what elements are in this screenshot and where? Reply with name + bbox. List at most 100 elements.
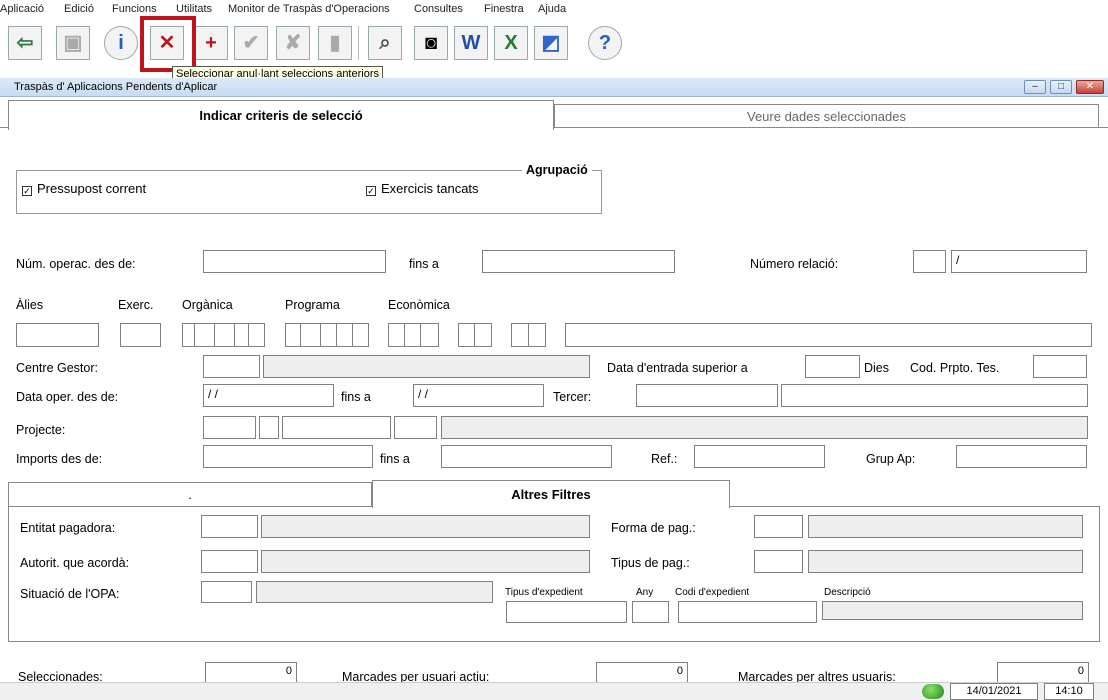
num-to-input[interactable] — [482, 250, 675, 273]
checkbox-label: Pressupost corrent — [37, 181, 147, 196]
label-payer: Entitat pagadora: — [20, 521, 116, 535]
tab-other-filters[interactable]: Altres Filtres — [372, 480, 730, 508]
date-to-input[interactable]: / / — [413, 384, 544, 407]
num-from-input[interactable] — [203, 250, 386, 273]
economic-description[interactable] — [565, 323, 1092, 347]
preview-icon[interactable]: ⌕ — [368, 26, 402, 60]
tab-blank[interactable]: . — [8, 482, 372, 507]
project-description — [441, 416, 1088, 439]
word-icon[interactable]: W — [454, 26, 488, 60]
menu-finestra[interactable]: Finestra — [484, 3, 524, 15]
label-file-type: Tipus d'expedient — [505, 587, 583, 598]
label-rel-number: Número relació: — [750, 257, 839, 271]
segment-divider — [248, 323, 249, 347]
help-icon[interactable]: ? — [588, 26, 622, 60]
label-group-ap: Grup Ap: — [866, 452, 916, 466]
check-icon[interactable]: ✔ — [234, 26, 268, 60]
exit-icon[interactable]: ⇦ — [8, 26, 42, 60]
menu-aplicacio[interactable]: Aplicació — [0, 3, 44, 15]
menu-consultes[interactable]: Consultes — [414, 3, 463, 15]
label-exercise: Exerc. — [118, 298, 154, 312]
save-icon[interactable]: ▣ — [56, 26, 90, 60]
info-icon[interactable]: i — [104, 26, 138, 60]
label-amount-to: fins a — [380, 452, 410, 466]
amount-to-input[interactable] — [441, 445, 612, 468]
rel-year-input[interactable]: / — [951, 250, 1087, 273]
segment-divider — [214, 323, 215, 347]
pay-form-description — [808, 515, 1083, 538]
minimize-icon[interactable]: – — [1024, 80, 1046, 94]
menu-utilitats[interactable]: Utilitats — [176, 3, 212, 15]
tab-view-data[interactable]: Veure dades seleccionades — [554, 104, 1099, 128]
label-cod-prpto: Cod. Prpto. Tes. — [910, 361, 1000, 375]
third-input[interactable] — [636, 384, 778, 407]
pay-type-description — [808, 550, 1083, 573]
label-third: Tercer: — [553, 390, 592, 404]
year-input[interactable] — [632, 601, 669, 623]
file-code-input[interactable] — [678, 601, 817, 623]
tab-criteria[interactable]: Indicar criteris de selecció — [8, 100, 554, 130]
double-check-icon[interactable]: ✘ — [276, 26, 310, 60]
label-year: Any — [636, 587, 654, 598]
status-description — [256, 581, 493, 603]
label-ref: Ref.: — [651, 452, 678, 466]
center-input[interactable] — [203, 355, 260, 378]
menu-edicio[interactable]: Edició — [64, 3, 94, 15]
rel-number-input[interactable] — [913, 250, 946, 273]
comment-icon[interactable]: ▮ — [318, 26, 352, 60]
alias-input[interactable] — [16, 323, 99, 347]
ref-input[interactable] — [694, 445, 825, 468]
pay-type-input[interactable] — [754, 550, 803, 573]
menu-funcions[interactable]: Funcions — [112, 3, 157, 15]
segment-divider — [320, 323, 321, 347]
pay-form-input[interactable] — [754, 515, 803, 538]
segment-divider — [234, 323, 235, 347]
label-center: Centre Gestor: — [16, 361, 98, 375]
economic-sub-input[interactable] — [458, 323, 492, 347]
chart-tool-icon[interactable]: ◩ — [534, 26, 568, 60]
file-type-input[interactable] — [506, 601, 627, 623]
select-add-icon[interactable]: + — [194, 26, 228, 60]
program-input[interactable] — [285, 323, 369, 347]
segment-divider — [528, 323, 529, 347]
project-input-1[interactable] — [203, 416, 256, 439]
maximize-icon[interactable]: □ — [1050, 80, 1072, 94]
group-ap-input[interactable] — [956, 445, 1087, 468]
checkbox-closed-years[interactable]: ✓ Exercicis tancats — [366, 181, 479, 196]
label-pay-form: Forma de pag.: — [611, 521, 696, 535]
menu-monitor[interactable]: Monitor de Traspàs d'Operacions — [228, 3, 390, 15]
segment-divider — [404, 323, 405, 347]
label-pay-type: Tipus de pag.: — [611, 556, 690, 570]
exercise-input[interactable] — [120, 323, 161, 347]
label-economic: Econòmica — [388, 298, 450, 312]
third-name-input[interactable] — [781, 384, 1088, 407]
status-light-icon — [922, 684, 944, 699]
checkbox-current-budget[interactable]: ✓ Pressupost corrent — [22, 181, 146, 196]
cod-prpto-input[interactable] — [1033, 355, 1087, 378]
checkbox-label: Exercicis tancats — [381, 181, 479, 196]
label-status: Situació de l'OPA: — [20, 587, 120, 601]
status-date: 14/01/2021 — [950, 683, 1038, 700]
label-alias: Àlies — [16, 298, 44, 312]
center-description — [263, 355, 590, 378]
payer-input[interactable] — [201, 515, 258, 538]
grouping-title: Agrupació — [522, 163, 592, 177]
project-input-4[interactable] — [394, 416, 437, 439]
authority-description — [261, 550, 590, 573]
project-input-2[interactable] — [259, 416, 279, 439]
economic-input[interactable] — [388, 323, 439, 347]
project-input-3[interactable] — [282, 416, 391, 439]
amount-from-input[interactable] — [203, 445, 373, 468]
binoculars-icon[interactable]: ◙ — [414, 26, 448, 60]
excel-icon[interactable]: X — [494, 26, 528, 60]
status-input[interactable] — [201, 581, 252, 603]
authority-input[interactable] — [201, 550, 258, 573]
date-from-input[interactable]: / / — [203, 384, 334, 407]
payer-description — [261, 515, 590, 538]
close-icon[interactable]: ✕ — [1076, 80, 1104, 94]
label-program: Programa — [285, 298, 340, 312]
segment-divider — [300, 323, 301, 347]
label-authority: Autorit. que acordà: — [20, 556, 130, 570]
menu-ajuda[interactable]: Ajuda — [538, 3, 566, 15]
entry-days-input[interactable] — [805, 355, 860, 378]
